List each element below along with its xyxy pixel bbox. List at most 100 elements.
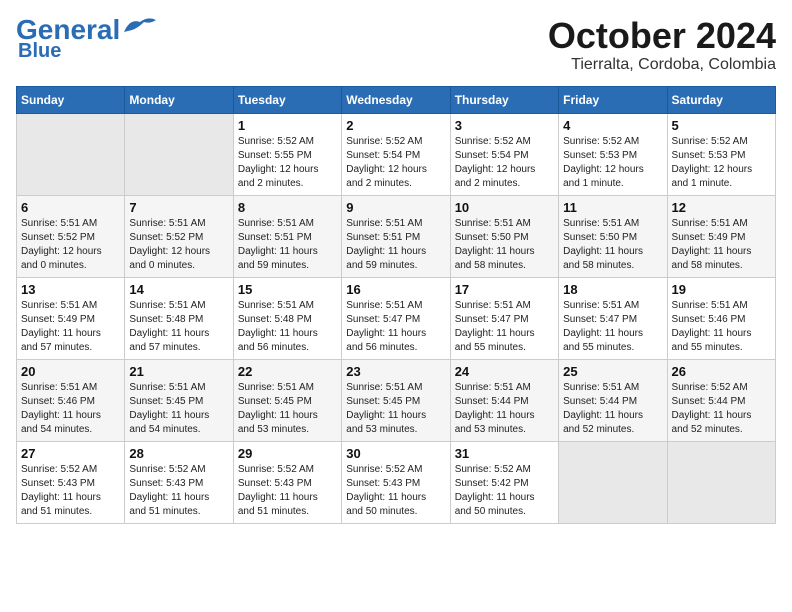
calendar-week-row: 1Sunrise: 5:52 AM Sunset: 5:55 PM Daylig…: [17, 113, 776, 195]
calendar-cell: [17, 113, 125, 195]
calendar-cell: 11Sunrise: 5:51 AM Sunset: 5:50 PM Dayli…: [559, 195, 667, 277]
calendar-cell: 14 Sunrise: 5:51 AM Sunset: 5:48 PM Dayli…: [125, 277, 233, 359]
day-info: Sunrise: 5:52 AM Sunset: 5:43 PM Dayligh…: [346, 463, 445, 519]
day-number: 6: [21, 200, 120, 215]
day-info: Sunrise: 5:51 AM Sunset: 5:48 PM Dayligh…: [238, 299, 337, 355]
calendar-cell: 3 Sunrise: 5:52 AM Sunset: 5:54 PM Daylig…: [450, 113, 558, 195]
logo-blue: Blue: [18, 40, 61, 63]
day-number: 22: [238, 364, 337, 379]
logo-bird-icon: [122, 14, 158, 36]
day-number: 7: [129, 200, 228, 215]
day-info: Sunrise: 5:52 AM Sunset: 5:54 PM Dayligh…: [455, 135, 554, 191]
calendar-cell: 28Sunrise: 5:52 AM Sunset: 5:43 PM Dayli…: [125, 441, 233, 523]
calendar-cell: 12 Sunrise: 5:51 AM Sunset: 5:49 PM Dayli…: [667, 195, 775, 277]
day-number: 21: [129, 364, 228, 379]
calendar-cell: [559, 441, 667, 523]
day-number: 25: [563, 364, 662, 379]
day-number: 13: [21, 282, 120, 297]
day-info: Sunrise: 5:51 AM Sunset: 5:46 PM Dayligh…: [672, 299, 771, 355]
day-info: Sunrise: 5:51 AM Sunset: 5:51 PM Dayligh…: [346, 217, 445, 273]
day-number: 10: [455, 200, 554, 215]
calendar-cell: 16 Sunrise: 5:51 AM Sunset: 5:47 PM Dayli…: [342, 277, 450, 359]
day-number: 19: [672, 282, 771, 297]
calendar-cell: 26 Sunrise: 5:52 AM Sunset: 5:44 PM Dayli…: [667, 359, 775, 441]
calendar-cell: 5Sunrise: 5:52 AM Sunset: 5:53 PM Daylig…: [667, 113, 775, 195]
day-info: Sunrise: 5:51 AM Sunset: 5:45 PM Dayligh…: [129, 381, 228, 437]
day-info: Sunrise: 5:51 AM Sunset: 5:45 PM Dayligh…: [238, 381, 337, 437]
calendar-cell: 8Sunrise: 5:51 AM Sunset: 5:51 PM Daylig…: [233, 195, 341, 277]
day-info: Sunrise: 5:52 AM Sunset: 5:44 PM Dayligh…: [672, 381, 771, 437]
day-number: 26: [672, 364, 771, 379]
day-number: 5: [672, 118, 771, 133]
day-info: Sunrise: 5:51 AM Sunset: 5:44 PM Dayligh…: [455, 381, 554, 437]
day-number: 18: [563, 282, 662, 297]
day-number: 20: [21, 364, 120, 379]
day-info: Sunrise: 5:51 AM Sunset: 5:47 PM Dayligh…: [455, 299, 554, 355]
calendar-cell: 31 Sunrise: 5:52 AM Sunset: 5:42 PM Dayli…: [450, 441, 558, 523]
calendar-cell: 19 Sunrise: 5:51 AM Sunset: 5:46 PM Dayli…: [667, 277, 775, 359]
calendar-cell: 10 Sunrise: 5:51 AM Sunset: 5:50 PM Dayli…: [450, 195, 558, 277]
calendar-cell: 1Sunrise: 5:52 AM Sunset: 5:55 PM Daylig…: [233, 113, 341, 195]
calendar-week-row: 6 Sunrise: 5:51 AM Sunset: 5:52 PM Daylig…: [17, 195, 776, 277]
day-number: 15: [238, 282, 337, 297]
day-number: 17: [455, 282, 554, 297]
day-number: 28: [129, 446, 228, 461]
calendar-header-wednesday: Wednesday: [342, 86, 450, 113]
calendar-cell: 13 Sunrise: 5:51 AM Sunset: 5:49 PM Dayli…: [17, 277, 125, 359]
day-number: 12: [672, 200, 771, 215]
calendar-cell: 15 Sunrise: 5:51 AM Sunset: 5:48 PM Dayli…: [233, 277, 341, 359]
day-info: Sunrise: 5:51 AM Sunset: 5:47 PM Dayligh…: [563, 299, 662, 355]
calendar-cell: 2 Sunrise: 5:52 AM Sunset: 5:54 PM Daylig…: [342, 113, 450, 195]
calendar-header-saturday: Saturday: [667, 86, 775, 113]
calendar-cell: 20 Sunrise: 5:51 AM Sunset: 5:46 PM Dayli…: [17, 359, 125, 441]
day-number: 31: [455, 446, 554, 461]
calendar-cell: 4Sunrise: 5:52 AM Sunset: 5:53 PM Daylig…: [559, 113, 667, 195]
day-info: Sunrise: 5:52 AM Sunset: 5:43 PM Dayligh…: [238, 463, 337, 519]
calendar-cell: 17 Sunrise: 5:51 AM Sunset: 5:47 PM Dayli…: [450, 277, 558, 359]
day-info: Sunrise: 5:52 AM Sunset: 5:54 PM Dayligh…: [346, 135, 445, 191]
day-info: Sunrise: 5:51 AM Sunset: 5:49 PM Dayligh…: [672, 217, 771, 273]
page-header: General Blue October 2024 Tierralta, Cor…: [16, 16, 776, 74]
day-number: 3: [455, 118, 554, 133]
calendar-cell: 29Sunrise: 5:52 AM Sunset: 5:43 PM Dayli…: [233, 441, 341, 523]
title-block: October 2024 Tierralta, Cordoba, Colombi…: [548, 16, 776, 74]
day-info: Sunrise: 5:51 AM Sunset: 5:52 PM Dayligh…: [129, 217, 228, 273]
calendar-cell: 27Sunrise: 5:52 AM Sunset: 5:43 PM Dayli…: [17, 441, 125, 523]
calendar-cell: 7 Sunrise: 5:51 AM Sunset: 5:52 PM Daylig…: [125, 195, 233, 277]
calendar-table: SundayMondayTuesdayWednesdayThursdayFrid…: [16, 86, 776, 524]
calendar-cell: 21 Sunrise: 5:51 AM Sunset: 5:45 PM Dayli…: [125, 359, 233, 441]
day-info: Sunrise: 5:51 AM Sunset: 5:44 PM Dayligh…: [563, 381, 662, 437]
day-number: 14: [129, 282, 228, 297]
calendar-cell: 22 Sunrise: 5:51 AM Sunset: 5:45 PM Dayli…: [233, 359, 341, 441]
day-info: Sunrise: 5:51 AM Sunset: 5:49 PM Dayligh…: [21, 299, 120, 355]
calendar-cell: 23 Sunrise: 5:51 AM Sunset: 5:45 PM Dayli…: [342, 359, 450, 441]
calendar-cell: [667, 441, 775, 523]
day-info: Sunrise: 5:51 AM Sunset: 5:45 PM Dayligh…: [346, 381, 445, 437]
day-number: 1: [238, 118, 337, 133]
day-info: Sunrise: 5:52 AM Sunset: 5:43 PM Dayligh…: [21, 463, 120, 519]
day-number: 2: [346, 118, 445, 133]
day-number: 9: [346, 200, 445, 215]
day-number: 30: [346, 446, 445, 461]
day-number: 23: [346, 364, 445, 379]
day-info: Sunrise: 5:51 AM Sunset: 5:52 PM Dayligh…: [21, 217, 120, 273]
calendar-cell: 24 Sunrise: 5:51 AM Sunset: 5:44 PM Dayli…: [450, 359, 558, 441]
calendar-header-friday: Friday: [559, 86, 667, 113]
calendar-cell: 30 Sunrise: 5:52 AM Sunset: 5:43 PM Dayli…: [342, 441, 450, 523]
day-number: 24: [455, 364, 554, 379]
day-number: 16: [346, 282, 445, 297]
calendar-header-tuesday: Tuesday: [233, 86, 341, 113]
day-info: Sunrise: 5:51 AM Sunset: 5:46 PM Dayligh…: [21, 381, 120, 437]
day-info: Sunrise: 5:51 AM Sunset: 5:48 PM Dayligh…: [129, 299, 228, 355]
day-info: Sunrise: 5:51 AM Sunset: 5:50 PM Dayligh…: [455, 217, 554, 273]
calendar-cell: [125, 113, 233, 195]
calendar-header-row: SundayMondayTuesdayWednesdayThursdayFrid…: [17, 86, 776, 113]
day-number: 11: [563, 200, 662, 215]
day-info: Sunrise: 5:52 AM Sunset: 5:42 PM Dayligh…: [455, 463, 554, 519]
calendar-week-row: 20 Sunrise: 5:51 AM Sunset: 5:46 PM Dayli…: [17, 359, 776, 441]
calendar-cell: 18 Sunrise: 5:51 AM Sunset: 5:47 PM Dayli…: [559, 277, 667, 359]
day-info: Sunrise: 5:51 AM Sunset: 5:47 PM Dayligh…: [346, 299, 445, 355]
day-number: 4: [563, 118, 662, 133]
calendar-cell: 9 Sunrise: 5:51 AM Sunset: 5:51 PM Daylig…: [342, 195, 450, 277]
calendar-header-sunday: Sunday: [17, 86, 125, 113]
